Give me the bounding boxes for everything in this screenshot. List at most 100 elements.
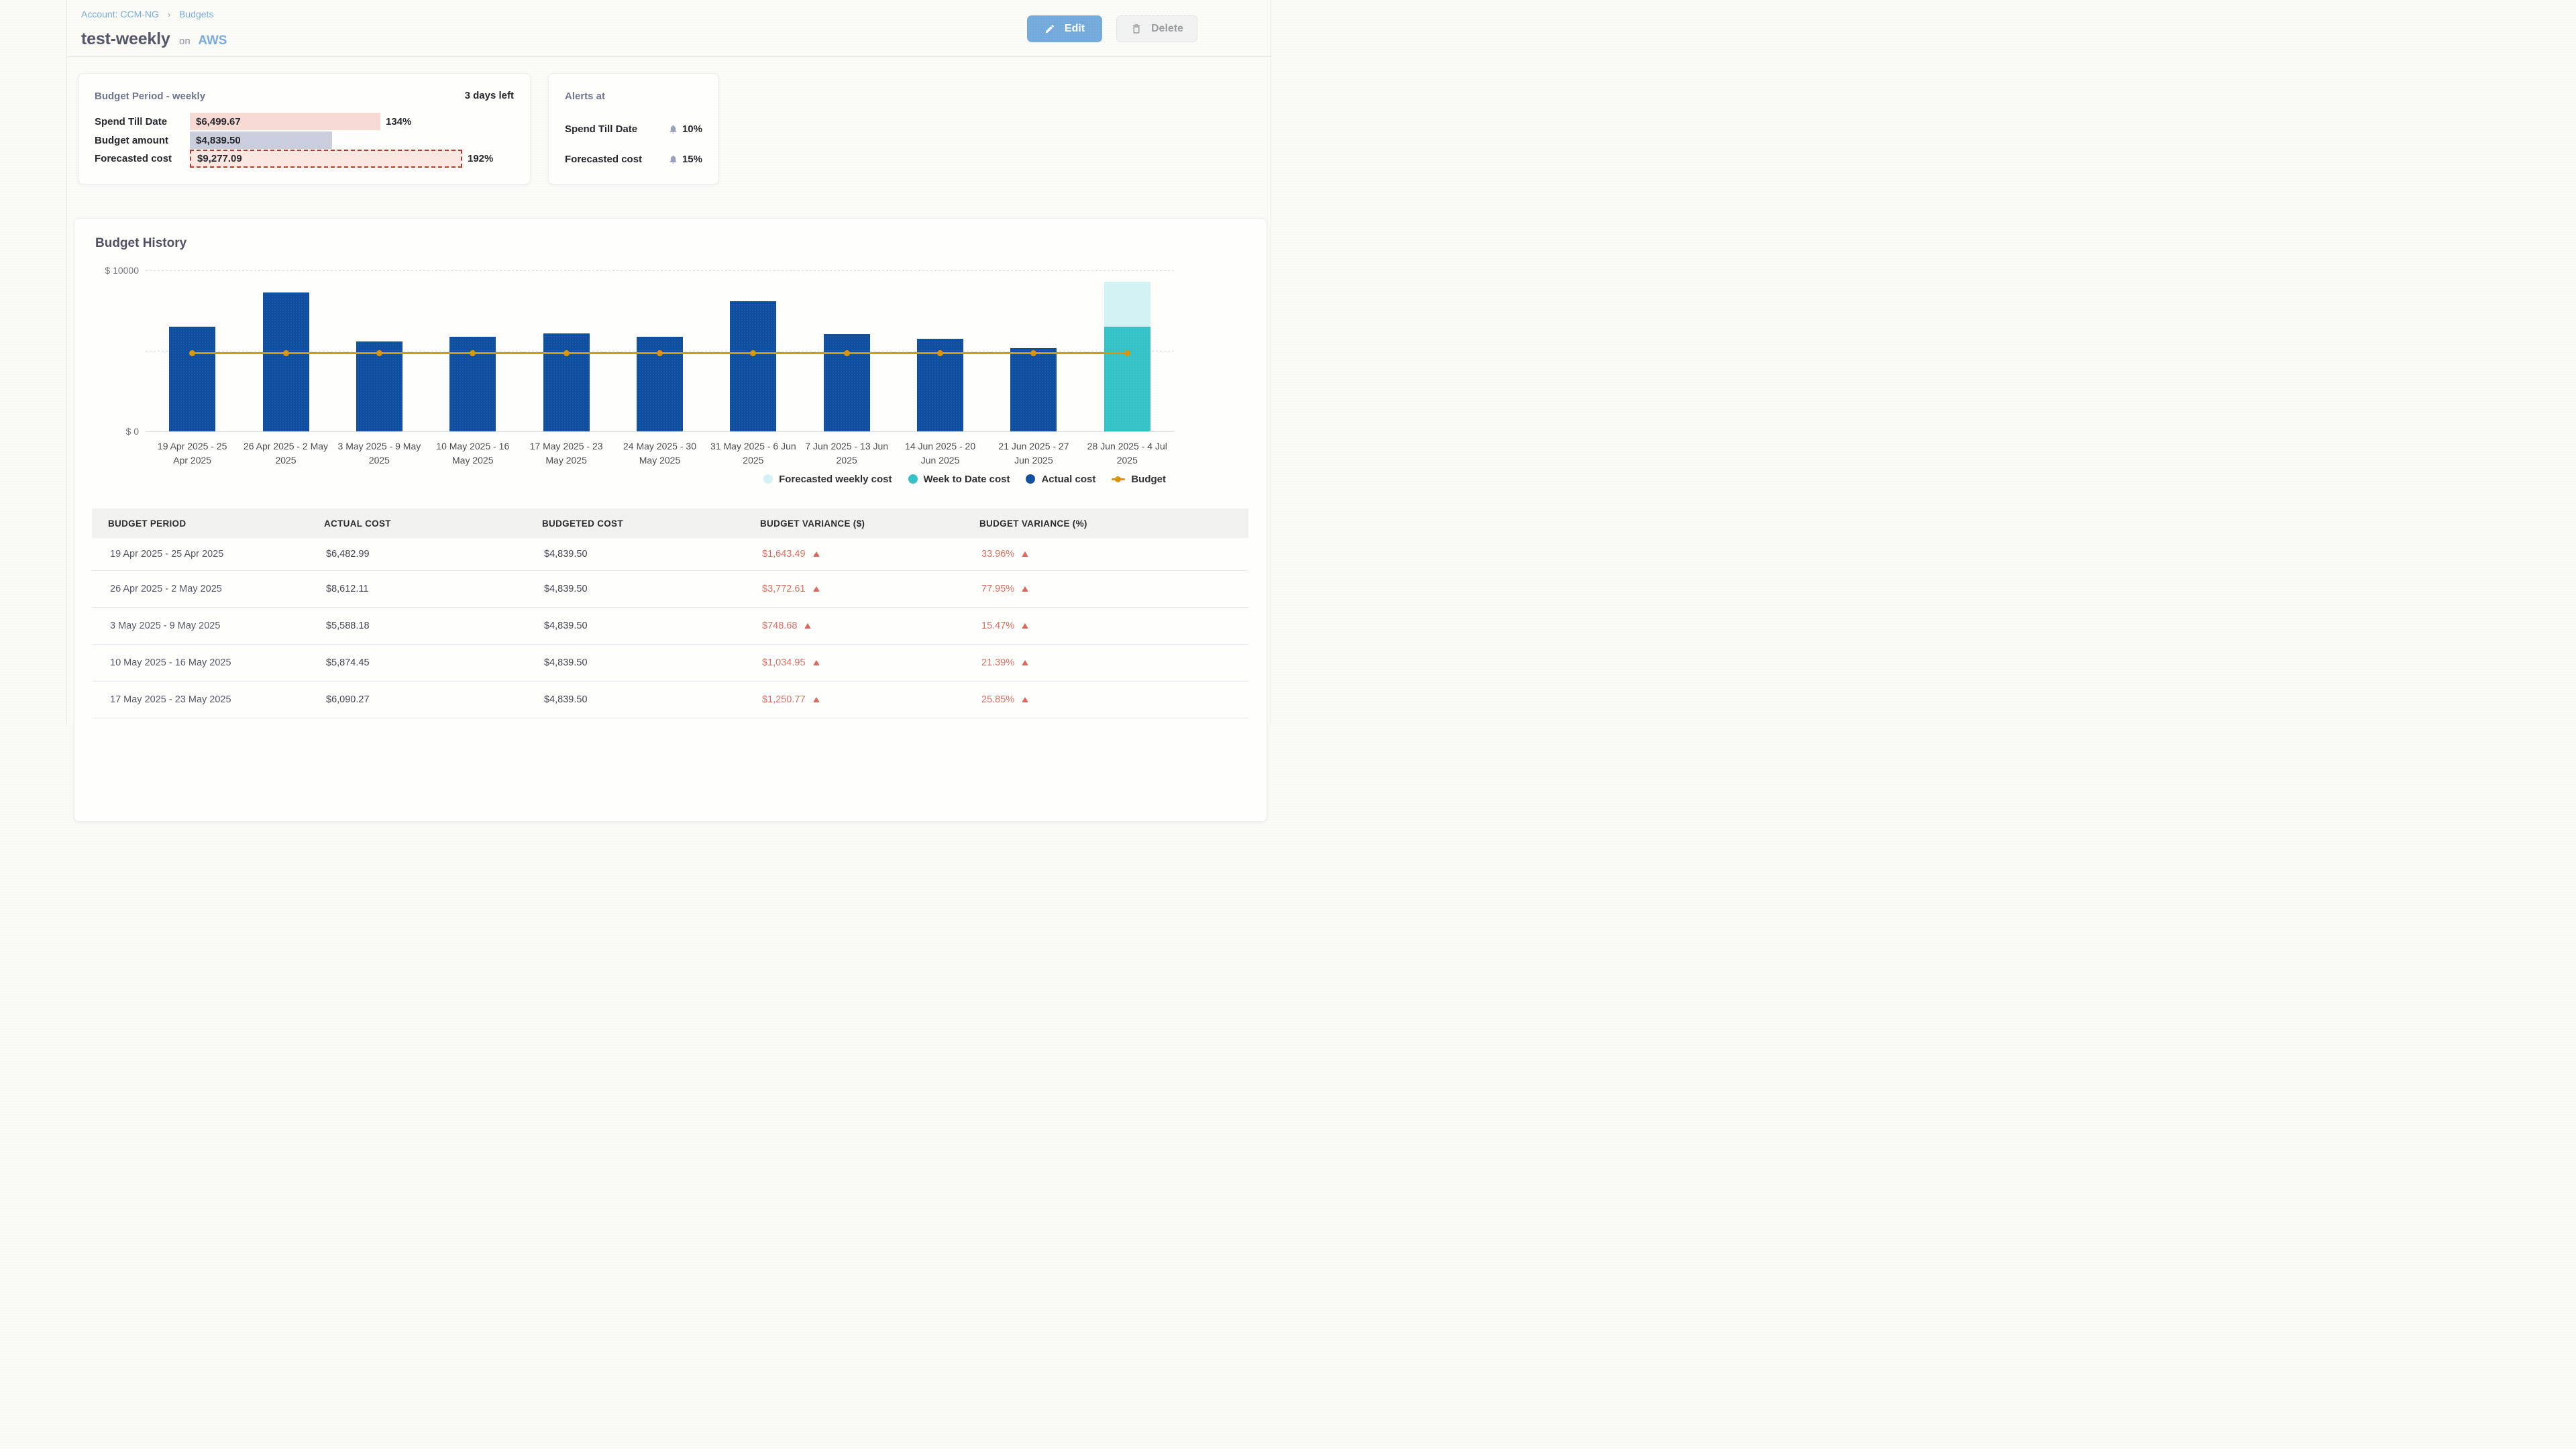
cell-budget-variance-pct: 77.95% xyxy=(963,584,1248,594)
cell-actual-cost: $5,874.45 xyxy=(308,657,526,668)
table-row[interactable]: 3 May 2025 - 9 May 2025$5,588.18$4,839.5… xyxy=(92,608,1248,645)
x-axis-category-label: 14 Jun 2025 - 20Jun 2025 xyxy=(893,439,988,468)
cell-budget-period: 17 May 2025 - 23 May 2025 xyxy=(92,694,308,705)
cell-budget-variance-usd: $3,772.61 xyxy=(744,584,963,594)
budget-amount-label: Budget amount xyxy=(95,135,190,146)
variance-up-triangle-icon xyxy=(1022,697,1028,702)
budget-history-panel: Budget History $ 10000$ 019 Apr 2025 - 2… xyxy=(74,218,1267,822)
alert-forecast-percent: 15% xyxy=(682,154,702,165)
variance-up-triangle-icon xyxy=(813,697,820,702)
legend-swatch-circle xyxy=(1026,474,1035,484)
table-row[interactable]: 19 Apr 2025 - 25 Apr 2025$6,482.99$4,839… xyxy=(92,538,1248,571)
cell-budget-period: 3 May 2025 - 9 May 2025 xyxy=(92,621,308,631)
chart-legend: Forecasted weekly cost Week to Date cost A… xyxy=(763,471,1166,487)
forecasted-cost-label: Forecasted cost xyxy=(95,153,190,164)
pencil-icon xyxy=(1044,23,1055,34)
cell-actual-cost: $6,482.99 xyxy=(308,549,526,559)
delete-button[interactable]: Delete xyxy=(1116,15,1197,42)
spend-till-date-percent: 134% xyxy=(386,116,411,127)
budget-line-marker xyxy=(1124,350,1130,356)
main-content: Account: CCM-NG › Budgets test-weekly on… xyxy=(66,0,1271,724)
cell-budget-variance-pct: 33.96% xyxy=(963,549,1248,559)
days-left-label: 3 days left xyxy=(465,90,514,101)
actual-cost-bar xyxy=(824,334,870,431)
x-axis-category-label: 19 Apr 2025 - 25Apr 2025 xyxy=(145,439,240,468)
x-axis-category-label: 7 Jun 2025 - 13 Jun2025 xyxy=(799,439,894,468)
x-axis-category-label: 21 Jun 2025 - 27Jun 2025 xyxy=(986,439,1081,468)
actual-cost-bar xyxy=(1010,348,1057,431)
spend-till-date-row: Spend Till Date $6,499.67 134% xyxy=(95,113,411,130)
cell-budgeted-cost: $4,839.50 xyxy=(526,549,744,559)
cell-budgeted-cost: $4,839.50 xyxy=(526,694,744,705)
cell-budget-period: 19 Apr 2025 - 25 Apr 2025 xyxy=(92,549,308,559)
budget-history-table: BUDGET PERIODACTUAL COSTBUDGETED COSTBUD… xyxy=(92,508,1248,718)
x-axis-category-label: 17 May 2025 - 23May 2025 xyxy=(519,439,614,468)
breadcrumb-account-link[interactable]: Account: CCM-NG xyxy=(81,9,159,19)
page-title-on: on xyxy=(179,36,191,47)
budget-history-chart: $ 10000 $ 0 19 Apr 2025 - 25Apr 202526 Apr… xyxy=(74,219,1267,500)
actual-cost-bar xyxy=(730,301,776,431)
budget-line-marker xyxy=(376,350,382,356)
forecasted-cost-row: Forecasted cost $9,277.09 192% xyxy=(95,150,493,167)
table-row[interactable]: 26 Apr 2025 - 2 May 2025$8,612.11$4,839.… xyxy=(92,571,1248,608)
x-axis-category-label: 3 May 2025 - 9 May2025 xyxy=(331,439,427,468)
table-column-header: BUDGETED COST xyxy=(526,519,744,529)
budget-amount-bar: $4,839.50 xyxy=(190,131,332,149)
legend-swatch-circle xyxy=(763,474,773,484)
breadcrumb: Account: CCM-NG › Budgets xyxy=(81,9,213,19)
table-column-header: ACTUAL COST xyxy=(308,519,526,529)
budget-line-marker xyxy=(564,350,570,356)
table-body: 19 Apr 2025 - 25 Apr 2025$6,482.99$4,839… xyxy=(92,538,1248,718)
legend-item-actual-cost[interactable]: Actual cost xyxy=(1026,474,1095,485)
legend-item-budget[interactable]: Budget xyxy=(1112,474,1166,485)
legend-item-week-to-date-cost[interactable]: Week to Date cost xyxy=(908,474,1010,485)
page-header: Account: CCM-NG › Budgets test-weekly on… xyxy=(67,0,1271,57)
cell-budget-variance-pct: 15.47% xyxy=(963,621,1248,631)
forecasted-cost-value: $9,277.09 xyxy=(191,153,242,164)
x-axis-category-label: 10 May 2025 - 16May 2025 xyxy=(425,439,521,468)
alert-spend-percent: 10% xyxy=(682,123,702,135)
actual-cost-bar xyxy=(543,333,590,431)
table-row[interactable]: 10 May 2025 - 16 May 2025$5,874.45$4,839… xyxy=(92,645,1248,682)
legend-label: Actual cost xyxy=(1041,474,1095,485)
forecasted-cost-bar: $9,277.09 xyxy=(190,150,462,168)
alert-spend-row: Spend Till Date 10% xyxy=(565,122,702,136)
forecasted-cost-percent: 192% xyxy=(468,153,493,164)
variance-up-triangle-icon xyxy=(1022,623,1028,629)
legend-item-forecasted-weekly-cost[interactable]: Forecasted weekly cost xyxy=(763,474,892,485)
table-column-header: BUDGET PERIOD xyxy=(92,519,308,529)
edit-button[interactable]: Edit xyxy=(1027,15,1102,42)
budget-amount-row: Budget amount $4,839.50 xyxy=(95,131,332,149)
cell-actual-cost: $5,588.18 xyxy=(308,621,526,631)
variance-up-triangle-icon xyxy=(813,660,820,665)
x-axis-line xyxy=(146,431,1174,432)
cell-budget-variance-pct: 21.39% xyxy=(963,657,1248,668)
y-axis-label-zero: $ 0 xyxy=(92,426,139,437)
legend-label: Forecasted weekly cost xyxy=(779,474,892,485)
spend-till-date-label: Spend Till Date xyxy=(95,116,190,127)
table-header-row: BUDGET PERIODACTUAL COSTBUDGETED COSTBUD… xyxy=(92,508,1248,538)
spend-till-date-bar: $6,499.67 xyxy=(190,113,380,130)
budget-line-marker xyxy=(283,350,289,356)
cell-actual-cost: $8,612.11 xyxy=(308,584,526,594)
legend-label: Budget xyxy=(1131,474,1166,485)
x-axis-category-label: 24 May 2025 - 30May 2025 xyxy=(612,439,708,468)
actual-cost-bar xyxy=(263,292,309,431)
alert-forecast-label: Forecasted cost xyxy=(565,154,668,165)
alerts-card-title: Alerts at xyxy=(565,91,605,102)
alert-spend-label: Spend Till Date xyxy=(565,123,668,135)
x-axis-category-label: 26 Apr 2025 - 2 May2025 xyxy=(238,439,333,468)
table-row[interactable]: 17 May 2025 - 23 May 2025$6,090.27$4,839… xyxy=(92,682,1248,718)
x-axis-category-label: 28 Jun 2025 - 4 Jul2025 xyxy=(1079,439,1175,468)
bell-icon xyxy=(668,154,678,164)
budget-amount-value: $4,839.50 xyxy=(190,135,241,146)
spend-till-date-value: $6,499.67 xyxy=(190,116,241,127)
budget-line-marker xyxy=(844,350,850,356)
y-axis-label-max: $ 10000 xyxy=(92,265,139,276)
legend-label: Week to Date cost xyxy=(924,474,1010,485)
cell-budget-variance-pct: 25.85% xyxy=(963,694,1248,705)
breadcrumb-budgets-link[interactable]: Budgets xyxy=(179,9,213,19)
alerts-card: Alerts at Spend Till Date 10% Forecasted… xyxy=(548,73,719,184)
legend-swatch-circle xyxy=(908,474,918,484)
page-title: test-weekly xyxy=(81,30,170,48)
